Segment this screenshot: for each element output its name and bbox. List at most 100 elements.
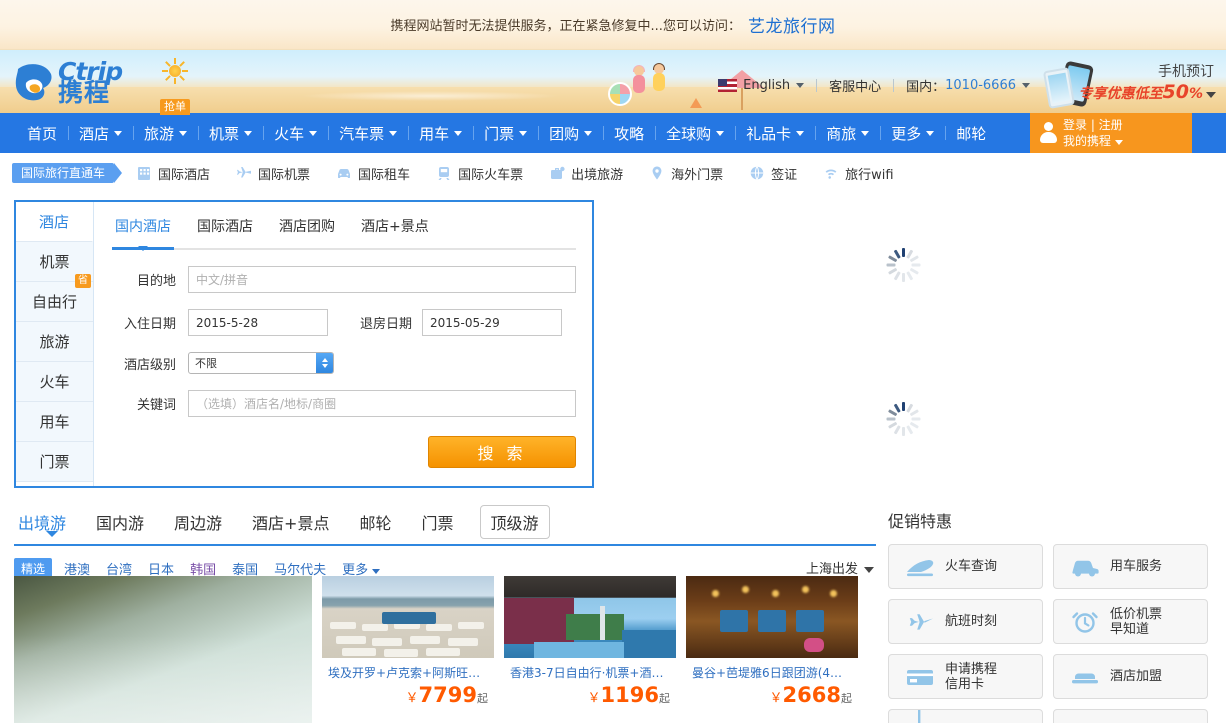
subnav-pill-label[interactable]: 国际旅行直通车	[12, 163, 123, 183]
panel-search-button[interactable]: 搜 索	[428, 436, 576, 468]
ocean-park-image	[504, 576, 676, 658]
promo-car-service[interactable]: 用车服务	[1053, 544, 1208, 589]
notice-link[interactable]: 艺龙旅行网	[748, 12, 836, 37]
chevron-down-icon	[389, 130, 398, 136]
hotline-label: 国内：	[906, 79, 946, 95]
nav-item-bus[interactable]: 汽车票	[328, 113, 408, 153]
subnav-item-overseas-ticket[interactable]: 海外门票	[649, 164, 723, 183]
deal-title[interactable]: 埃及开罗+卢克索+阿斯旺+红...	[322, 658, 494, 683]
loading-spinner-top	[886, 248, 920, 282]
chevron-down-icon	[584, 130, 593, 136]
vtab-train[interactable]: 火车	[16, 362, 93, 402]
subnav-item-intl-carrental[interactable]: 国际租车	[336, 164, 410, 183]
vtab-freetour[interactable]: 省 自由行	[16, 274, 93, 322]
deals-tab-row: 出境游 国内游 周边游 酒店+景点 邮轮 门票 顶级游	[14, 505, 876, 546]
service-center-label: 客服中心	[829, 79, 882, 95]
wifi-icon	[823, 165, 839, 181]
subnav-item-visa[interactable]: 签证	[749, 164, 797, 183]
deal-card-3[interactable]: 曼谷+芭堤雅6日跟团游(4钻)·... ￥2668起	[686, 576, 858, 723]
nav-item-giftcard[interactable]: 礼品卡	[735, 113, 815, 153]
promo-item-partial-left[interactable]	[888, 709, 1043, 723]
my-ctrip-label[interactable]: 我的携程	[1063, 133, 1124, 149]
nav-item-guide[interactable]: 攻略	[603, 113, 655, 153]
promo-hotel-franchise[interactable]: 酒店加盟	[1053, 654, 1208, 699]
promo-apply-credit-card[interactable]: 申请携程 信用卡	[888, 654, 1043, 699]
deal-price: ￥7799起	[322, 683, 494, 711]
language-switcher[interactable]: English	[718, 78, 805, 93]
subnav-item-outbound-tour[interactable]: 出境旅游	[549, 164, 623, 183]
featured-banner-card[interactable]	[14, 576, 312, 723]
checkout-input[interactable]	[422, 309, 562, 336]
nav-item-flight[interactable]: 机票	[198, 113, 263, 153]
nav-item-groupon[interactable]: 团购	[538, 113, 603, 153]
deal-title[interactable]: 香港3-7日自由行·机票+酒店...	[504, 658, 676, 683]
mobile-promo-number: 50	[1162, 81, 1189, 103]
deal-card-2[interactable]: 香港3-7日自由行·机票+酒店... ￥1196起	[504, 576, 676, 723]
train-icon	[905, 554, 935, 580]
nav-item-hotel[interactable]: 酒店	[68, 113, 133, 153]
nav-item-train[interactable]: 火车	[263, 113, 328, 153]
hotline-dropdown[interactable]: 国内： 1010-6666	[906, 76, 1030, 95]
nav-label: 首页	[27, 124, 58, 143]
vtab-hotel[interactable]: 酒店	[16, 202, 93, 242]
tab-hotel-plus-attraction[interactable]: 酒店+景点	[248, 510, 333, 536]
loading-spinner-bottom	[886, 402, 920, 436]
grab-order-badge[interactable]: 抢单	[160, 99, 190, 115]
main-nav-items: 首页 酒店 旅游 机票 火车 汽车票 用车 门票 团购 攻略 全球购 礼品卡 商…	[0, 113, 997, 153]
login-register-box[interactable]: 登录 | 注册 我的携程	[1030, 113, 1192, 153]
keyword-input[interactable]	[188, 390, 576, 417]
tab-international-hotel[interactable]: 国际酒店	[194, 216, 256, 240]
subnav-item-intl-hotel[interactable]: 国际酒店	[136, 164, 210, 183]
tab-hotel-attraction[interactable]: 酒店+景点	[358, 216, 432, 240]
subnav-label: 海外门票	[671, 167, 724, 183]
nav-item-global-shopping[interactable]: 全球购	[655, 113, 735, 153]
ctrip-logo[interactable]: Ctrip 携程	[12, 55, 164, 107]
tab-luxury-travel[interactable]: 顶级游	[479, 505, 550, 539]
vtab-attraction[interactable]: 门票	[16, 442, 93, 482]
tab-cruise[interactable]: 邮轮	[355, 510, 395, 536]
nav-item-business-travel[interactable]: 商旅	[815, 113, 880, 153]
promo-train-query[interactable]: 火车查询	[888, 544, 1043, 589]
tab-outbound-travel[interactable]: 出境游	[14, 510, 70, 536]
star-rating-select-wrap[interactable]: 不限	[188, 352, 334, 374]
tab-hotel-groupon[interactable]: 酒店团购	[276, 216, 338, 240]
tab-domestic-travel[interactable]: 国内游	[92, 510, 148, 536]
promo-cheap-flight-alert[interactable]: 低价机票 早知道	[1053, 599, 1208, 644]
nav-item-car[interactable]: 用车	[408, 113, 473, 153]
nav-item-cruise[interactable]: 邮轮	[945, 113, 997, 153]
tab-nearby-travel[interactable]: 周边游	[170, 510, 226, 536]
mobile-booking-promo[interactable]: 手机预订 专享优惠低至50%	[1040, 60, 1226, 109]
nav-item-more[interactable]: 更多	[880, 113, 945, 153]
car-icon	[1070, 554, 1100, 580]
deal-card-1[interactable]: 埃及开罗+卢克索+阿斯旺+红... ￥7799起	[322, 576, 494, 723]
mobile-promo-subtitle: 专享优惠低至50%	[1079, 81, 1216, 103]
vtab-car[interactable]: 用车	[16, 402, 93, 442]
subnav-item-intl-flight[interactable]: 国际机票	[236, 164, 310, 183]
deals-section: 出境游 国内游 周边游 酒店+景点 邮轮 门票 顶级游 精选 港澳 台湾 日本 …	[14, 505, 876, 579]
tab-domestic-hotel[interactable]: 国内酒店	[112, 216, 174, 250]
nav-item-tour[interactable]: 旅游	[133, 113, 198, 153]
beach-person-1	[632, 65, 646, 102]
sun-icon	[162, 58, 188, 84]
nav-item-ticket[interactable]: 门票	[473, 113, 538, 153]
promo-item-partial-right[interactable]	[1053, 709, 1208, 723]
subnav-item-intl-train[interactable]: 国际火车票	[436, 164, 523, 183]
checkin-input[interactable]	[188, 309, 328, 336]
vtab-tour[interactable]: 旅游	[16, 322, 93, 362]
subnav-item-travel-wifi[interactable]: 旅行wifi	[823, 164, 894, 183]
tab-admission-ticket[interactable]: 门票	[417, 510, 457, 536]
chevron-down-icon	[244, 130, 253, 136]
chevron-down-icon	[1022, 82, 1030, 88]
destination-input[interactable]	[188, 266, 576, 293]
plane-icon	[905, 609, 935, 635]
departure-city-selector[interactable]: 上海出发	[806, 558, 874, 577]
promo-flight-schedule[interactable]: 航班时刻	[888, 599, 1043, 644]
nav-item-home[interactable]: 首页	[16, 113, 68, 153]
login-texts: 登录 | 注册 我的携程	[1063, 117, 1124, 149]
star-rating-select[interactable]: 不限	[188, 352, 334, 374]
hotline-number: 1010-6666	[945, 77, 1016, 93]
divider	[893, 78, 895, 92]
service-center-link[interactable]: 客服中心	[829, 76, 881, 95]
login-register-label[interactable]: 登录 | 注册	[1063, 117, 1123, 133]
deal-title[interactable]: 曼谷+芭堤雅6日跟团游(4钻)·...	[686, 658, 858, 683]
